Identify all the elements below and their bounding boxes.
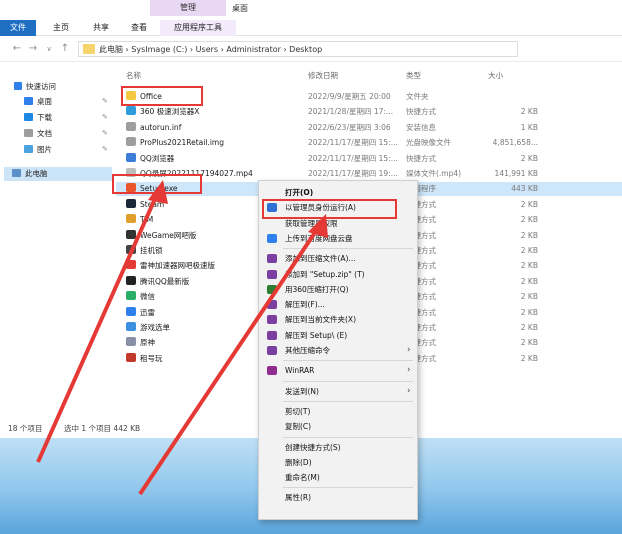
arrow-to-setup: [36, 191, 160, 463]
arrowhead-setup: [148, 180, 168, 204]
arrowhead-run-as-admin: [308, 214, 328, 238]
annotation-arrows: [36, 180, 328, 496]
arrow-to-run-as-admin: [138, 226, 320, 496]
